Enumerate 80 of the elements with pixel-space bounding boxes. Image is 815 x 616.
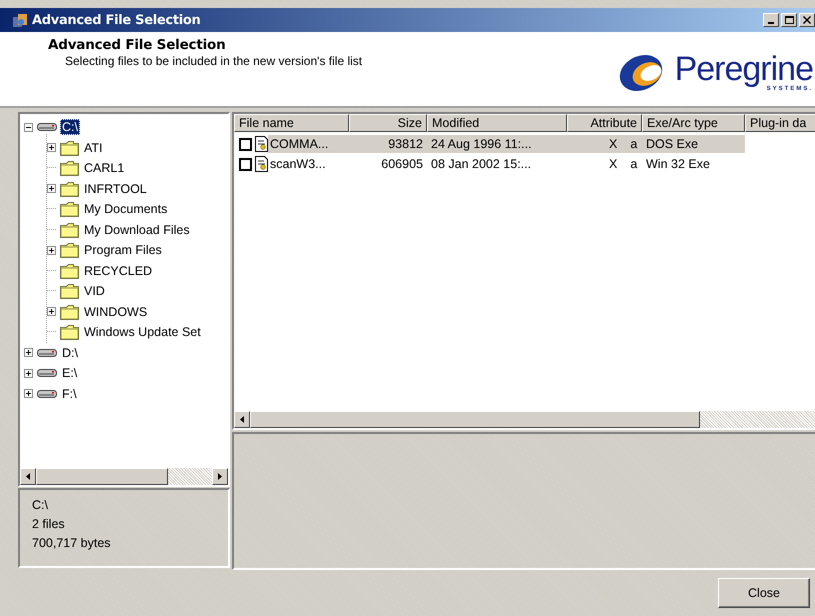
size-cell-text: 606905 (380, 156, 424, 173)
column-header[interactable]: Plug-in da (745, 114, 815, 132)
attribute-flag-label: X (609, 156, 618, 173)
size-cell: 93812 (349, 135, 427, 153)
drive-icon (37, 122, 57, 132)
summary-path: C:\ (32, 498, 49, 512)
folder-item[interactable]: My Documents (82, 201, 170, 218)
expand-icon[interactable] (47, 307, 56, 316)
column-header[interactable]: Modified (427, 114, 567, 132)
summary-file-count: 2 files (32, 517, 66, 531)
left-arrow-icon (240, 416, 244, 423)
column-header[interactable]: Exe/Arc type (642, 114, 745, 132)
maximize-button[interactable] (781, 13, 797, 27)
checkbox[interactable] (239, 138, 252, 150)
attribute-label: a (630, 156, 638, 173)
file-name-cell[interactable]: scanW3... (268, 155, 349, 173)
executable-file-icon (255, 136, 268, 152)
scroll-left-button[interactable] (234, 411, 250, 428)
expand-icon[interactable] (47, 246, 56, 255)
folder-icon (60, 180, 79, 197)
file-name-cell[interactable]: COMMA... (268, 135, 349, 153)
drive-icon (37, 348, 57, 358)
folder-item[interactable]: CARL1 (82, 160, 126, 176)
drive-icon (37, 388, 57, 399)
folder-icon (60, 262, 79, 279)
type-cell: DOS Exe (642, 135, 745, 153)
folder-item[interactable]: INFRTOOL (82, 180, 149, 197)
collapse-icon[interactable] (24, 122, 33, 132)
expand-icon[interactable] (24, 368, 33, 378)
attribute-label: a (630, 136, 638, 153)
column-header[interactable]: File name (234, 114, 349, 132)
drive-icon (37, 368, 57, 378)
minimize-button[interactable] (763, 13, 779, 27)
expand-icon[interactable] (24, 348, 33, 358)
folder-item[interactable]: WINDOWS (82, 304, 150, 320)
expand-icon[interactable] (47, 184, 56, 194)
close-button[interactable] (799, 13, 815, 27)
column-header[interactable]: Attribute (567, 114, 642, 132)
folder-item[interactable]: Windows Update Set (82, 324, 203, 340)
executable-file-icon (255, 156, 268, 172)
header-title: Advanced File Selection (48, 37, 227, 53)
window-title: Advanced File Selection (32, 12, 200, 28)
drive-item[interactable]: F:\ (60, 386, 79, 402)
folder-icon (60, 304, 79, 320)
logo-name: Peregrine (674, 52, 813, 86)
folder-icon (60, 201, 79, 218)
header-description: Selecting files to be included in the new version's file list (65, 55, 364, 68)
folder-icon (60, 222, 79, 238)
maximize-icon (784, 16, 794, 24)
type-cell-text: Win 32 Exe (645, 156, 711, 173)
modified-cell: 24 Aug 1996 11:... (427, 135, 567, 153)
attribute-flag-label: X (609, 136, 618, 153)
summary-bytes: 700,717 bytes (32, 536, 112, 550)
drive-item[interactable]: E:\ (60, 365, 80, 382)
folder-icon (60, 160, 79, 176)
left-arrow-icon (26, 473, 30, 480)
folder-icon (60, 283, 79, 300)
scroll-right-button[interactable] (212, 468, 228, 485)
folder-icon (60, 140, 79, 156)
expand-icon[interactable] (47, 143, 56, 152)
close-dialog-button[interactable]: Close (718, 578, 810, 608)
column-header[interactable]: Size (349, 114, 427, 132)
app-icon (12, 12, 28, 28)
scroll-left-button[interactable] (20, 468, 36, 485)
expand-icon[interactable] (24, 389, 33, 398)
folder-icon (60, 324, 79, 340)
folder-item[interactable]: My Download Files (82, 222, 192, 238)
folder-item[interactable]: Program Files (82, 242, 164, 258)
close-icon (802, 16, 812, 24)
drive-item[interactable]: D:\ (60, 344, 80, 361)
folder-item[interactable]: RECYCLED (82, 262, 154, 279)
modified-cell-text: 08 Jan 2002 15:... (430, 156, 532, 173)
right-arrow-icon (218, 473, 222, 480)
folder-icon (60, 242, 79, 258)
scrollbar-thumb[interactable] (36, 468, 168, 485)
folder-item[interactable]: VID (82, 283, 107, 300)
folder-item[interactable]: ATI (82, 140, 105, 156)
scrollbar-thumb[interactable] (250, 411, 700, 428)
drive-item[interactable]: C:\ (60, 119, 80, 136)
checkbox[interactable] (239, 158, 252, 170)
